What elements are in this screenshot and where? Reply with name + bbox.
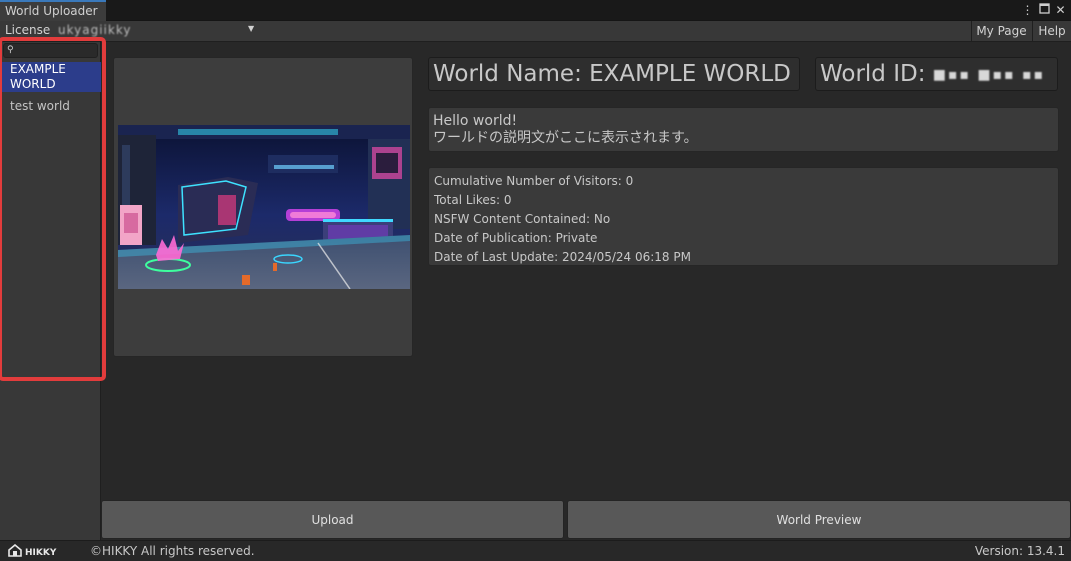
license-label: License <box>5 23 51 37</box>
version-text: Version: 13.4.1 <box>974 544 1065 558</box>
world-list-item-example-world[interactable]: EXAMPLE WORLD <box>0 62 101 92</box>
kebab-menu-icon[interactable]: ⋮ <box>1021 3 1034 17</box>
description-line: ワールドの説明文がここに表示されます。 <box>433 130 698 146</box>
world-id-value: ■▪▪ ■▪▪ ▪▪ <box>932 66 1046 83</box>
license-dropdown[interactable]: License ukyagiikky ▼ <box>0 21 261 41</box>
search-icon: ⚲ <box>7 45 14 55</box>
chevron-down-icon[interactable]: ▼ <box>248 24 254 33</box>
upload-button[interactable]: Upload <box>101 500 564 539</box>
search-box[interactable]: ⚲ <box>3 43 98 58</box>
world-list-sidebar: ⚲ EXAMPLE WORLD test world <box>0 42 101 540</box>
world-thumbnail-image <box>118 125 410 289</box>
world-id-label: World ID: <box>820 61 926 87</box>
world-list: EXAMPLE WORLD test world <box>0 62 101 119</box>
tab-strip: World Uploader ⋮ ✕ <box>0 0 1071 21</box>
world-list-item-test-world[interactable]: test world <box>0 99 101 119</box>
logo-text: HIKKY <box>25 548 57 558</box>
stat-publication-date: Date of Publication: Private <box>434 231 598 245</box>
description-line: Hello world! <box>433 113 518 129</box>
copyright-text: ©HIKKY All rights reserved. <box>90 544 255 558</box>
help-button[interactable]: Help <box>1032 21 1071 41</box>
world-stats-panel: Cumulative Number of Visitors: 0 Total L… <box>428 167 1059 266</box>
stat-visitors: Cumulative Number of Visitors: 0 <box>434 174 634 188</box>
world-id-field: World ID: ■▪▪ ■▪▪ ▪▪ <box>815 57 1058 91</box>
hikky-logo: HIKKY <box>8 543 68 558</box>
my-page-button[interactable]: My Page <box>971 21 1031 41</box>
stat-nsfw: NSFW Content Contained: No <box>434 212 611 226</box>
stat-likes: Total Likes: 0 <box>434 193 512 207</box>
maximize-icon[interactable] <box>1038 3 1051 17</box>
license-value: ukyagiikky <box>58 23 132 37</box>
close-icon[interactable]: ✕ <box>1054 3 1067 17</box>
status-bar: HIKKY ©HIKKY All rights reserved. Versio… <box>0 540 1071 561</box>
world-name-field: World Name: EXAMPLE WORLD <box>428 57 800 91</box>
stat-last-update: Date of Last Update: 2024/05/24 06:18 PM <box>434 250 691 264</box>
search-input[interactable] <box>18 44 96 57</box>
thumbnail-panel <box>113 57 413 357</box>
world-description-field: Hello world! ワールドの説明文がここに表示されます。 <box>428 107 1059 152</box>
tab-world-uploader[interactable]: World Uploader <box>0 0 106 21</box>
world-preview-button[interactable]: World Preview <box>567 500 1071 539</box>
toolbar: License ukyagiikky ▼ My Page Help <box>0 21 1071 42</box>
